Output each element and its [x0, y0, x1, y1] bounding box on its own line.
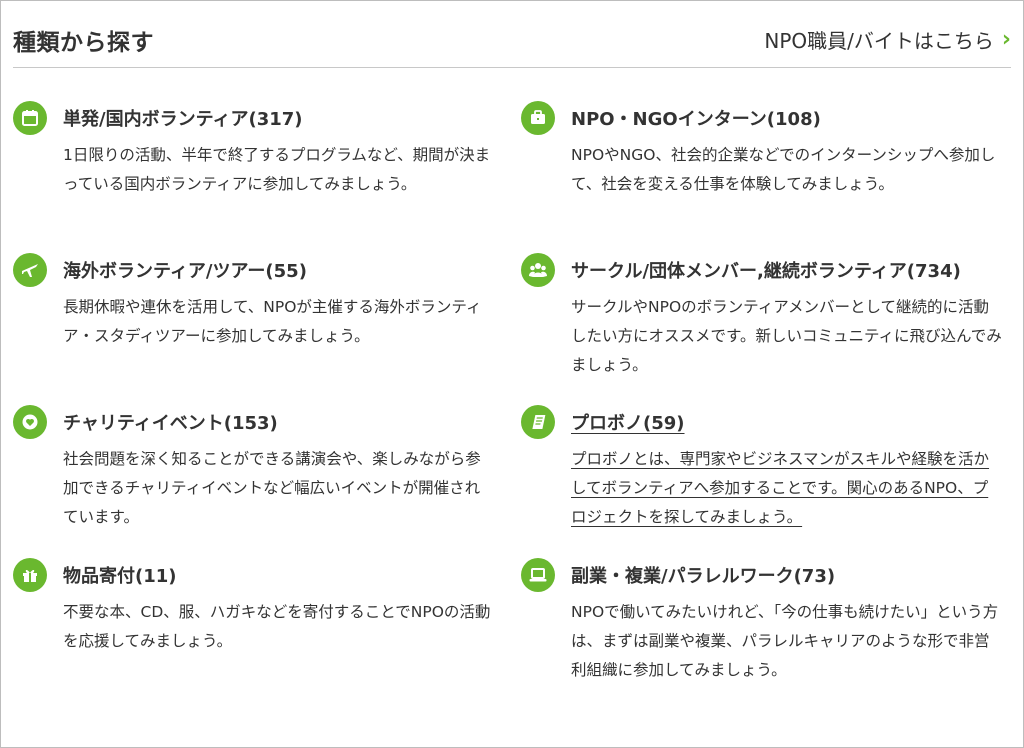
category-description: 長期休暇や連休を活用して、NPOが主催する海外ボランティア・スタディツアーに参加… — [63, 298, 482, 345]
book-icon — [521, 405, 555, 439]
airplane-icon — [13, 253, 47, 287]
section-title: 種類から探す — [13, 30, 154, 56]
category-domestic-volunteer[interactable]: 単発/国内ボランティア(317) 1日限りの活動、半年で終了するプログラムなど、… — [13, 101, 503, 199]
chevron-right-icon: › — [1001, 26, 1011, 52]
section-header: 種類から探す NPO職員/バイトはこちら › — [13, 1, 1011, 68]
category-overseas-volunteer[interactable]: 海外ボランティア/ツアー(55) 長期休暇や連休を活用して、NPOが主催する海外… — [13, 253, 503, 351]
category-title: 単発/国内ボランティア(317) — [63, 109, 303, 130]
category-title: 海外ボランティア/ツアー(55) — [63, 261, 307, 282]
category-goods-donation[interactable]: 物品寄付(11) 不要な本、CD、服、ハガキなどを寄付することでNPOの活動を応… — [13, 558, 503, 656]
category-description: NPOやNGO、社会的企業などでのインターンシップへ参加して、社会を変える仕事を… — [571, 146, 996, 193]
npo-staff-link[interactable]: NPO職員/バイトはこちら › — [764, 25, 1011, 54]
category-description: 不要な本、CD、服、ハガキなどを寄付することでNPOの活動を応援してみましょう。 — [63, 603, 491, 650]
npo-staff-link-label: NPO職員/バイトはこちら — [764, 29, 994, 53]
briefcase-icon — [521, 101, 555, 135]
category-grid: 単発/国内ボランティア(317) 1日限りの活動、半年で終了するプログラムなど、… — [13, 67, 1011, 747]
category-npo-ngo-intern[interactable]: NPO・NGOインターン(108) NPOやNGO、社会的企業などでのインターン… — [521, 101, 1011, 199]
category-description: NPOで働いてみたいけれど、「今の仕事も続けたい」という方は、まずは副業や複業、… — [571, 603, 999, 679]
category-probono[interactable]: プロボノ(59) プロボノとは、専門家やビジネスマンがスキルや経験を活かしてボラ… — [521, 405, 1011, 532]
category-title: プロボノ(59) — [571, 413, 685, 434]
laptop-icon — [521, 558, 555, 592]
category-title: サークル/団体メンバー,継続ボランティア(734) — [571, 261, 961, 282]
heart-icon — [13, 405, 47, 439]
category-description: 社会問題を深く知ることができる講演会や、楽しみながら参加できるチャリティイベント… — [63, 450, 481, 526]
group-icon — [521, 253, 555, 287]
category-charity-event[interactable]: チャリティイベント(153) 社会問題を深く知ることができる講演会や、楽しみなが… — [13, 405, 503, 532]
category-circle-member[interactable]: サークル/団体メンバー,継続ボランティア(734) サークルやNPOのボランティ… — [521, 253, 1011, 380]
category-title: NPO・NGOインターン(108) — [571, 109, 821, 130]
category-panel: 種類から探す NPO職員/バイトはこちら › 単発/国内ボランティア(317) … — [0, 0, 1024, 748]
category-title: 物品寄付(11) — [63, 566, 177, 587]
calendar-icon — [13, 101, 47, 135]
gift-icon — [13, 558, 47, 592]
category-side-job[interactable]: 副業・複業/パラレルワーク(73) NPOで働いてみたいけれど、「今の仕事も続け… — [521, 558, 1011, 685]
category-title: 副業・複業/パラレルワーク(73) — [571, 566, 836, 587]
category-title: チャリティイベント(153) — [63, 413, 278, 434]
category-description: サークルやNPOのボランティアメンバーとして継続的に活動したい方にオススメです。… — [571, 298, 1002, 374]
category-description: プロボノとは、専門家やビジネスマンがスキルや経験を活かしてボランティアへ参加する… — [571, 450, 990, 526]
category-description: 1日限りの活動、半年で終了するプログラムなど、期間が決まっている国内ボランティア… — [63, 146, 491, 193]
